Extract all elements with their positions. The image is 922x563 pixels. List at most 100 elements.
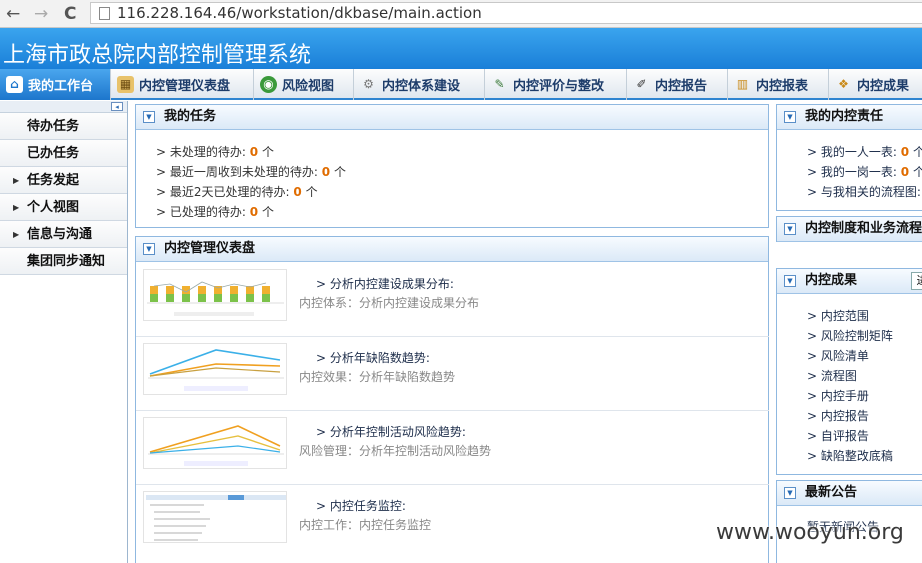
- toggle-icon[interactable]: ▼: [143, 111, 155, 123]
- menu-system-build[interactable]: ⚙ 内控体系建设: [354, 69, 485, 100]
- dashboard-link[interactable]: > 分析内控建设成果分布:: [316, 275, 454, 292]
- menu-statements[interactable]: ▥ 内控报表: [728, 69, 829, 100]
- responsibility-line[interactable]: > 我的一岗一表: 0 个: [807, 163, 922, 180]
- menu-label: 内控管理仪表盘: [139, 79, 231, 94]
- forward-icon[interactable]: →: [34, 4, 48, 24]
- sidebar-header: ◂: [0, 101, 127, 113]
- menu-label: 内控体系建设: [382, 79, 461, 94]
- results-link[interactable]: > 风险清单: [807, 347, 869, 364]
- sidebar: ◂ 待办任务 已办任务 ▶ 任务发起 ▶ 个人视图 ▶ 信息与沟通 集团同步通知: [0, 101, 128, 563]
- menu-evaluation[interactable]: ✎ 内控评价与整改: [485, 69, 627, 100]
- sidebar-item-label: 个人视图: [27, 200, 80, 215]
- results-link[interactable]: > 风险控制矩阵: [807, 327, 893, 344]
- panel-title: 最新公告: [805, 485, 858, 500]
- menu-label: 内控报表: [756, 79, 809, 94]
- chart-report-icon: ▥: [736, 77, 749, 91]
- system-flow-panel: ▼ 内控制度和业务流程: [776, 216, 922, 242]
- sidebar-item-personal-view[interactable]: ▶ 个人视图: [0, 194, 127, 221]
- sidebar-item-done[interactable]: 已办任务: [0, 140, 127, 167]
- sidebar-item-group-sync[interactable]: 集团同步通知: [0, 248, 127, 275]
- panel-header: ▼ 内控制度和业务流程: [777, 217, 922, 242]
- toggle-icon[interactable]: ▼: [784, 487, 796, 499]
- report-icon: ✐: [636, 77, 647, 91]
- results-link[interactable]: > 内控范围: [807, 307, 869, 324]
- toggle-icon[interactable]: ▼: [143, 243, 155, 255]
- dashboard-link[interactable]: > 内控任务监控:: [316, 497, 406, 514]
- results-link[interactable]: > 自评报告: [807, 427, 869, 444]
- enter-button[interactable]: 进: [911, 272, 922, 290]
- page-icon: [99, 7, 110, 20]
- menu-label: 内控评价与整改: [513, 79, 605, 94]
- panel-title: 内控制度和业务流程: [805, 221, 922, 236]
- url-text: 116.228.164.46/workstation/dkbase/main.a…: [117, 4, 482, 22]
- my-tasks-panel: ▼ 我的任务 > 未处理的待办: 0 个 > 最近一周收到未处理的待办: 0 个…: [135, 104, 769, 228]
- sidebar-item-initiate[interactable]: ▶ 任务发起: [0, 167, 127, 194]
- task-line[interactable]: > 已处理的待办: 0 个: [156, 203, 274, 220]
- task-line[interactable]: > 最近2天已处理的待办: 0 个: [156, 183, 318, 200]
- home-icon: ⌂: [6, 76, 23, 93]
- results-link[interactable]: > 缺陷整改底稿: [807, 447, 893, 464]
- sidebar-item-pending[interactable]: 待办任务: [0, 113, 127, 140]
- collapse-icon[interactable]: ◂: [111, 102, 123, 111]
- menu-results[interactable]: ❖ 内控成果: [829, 69, 922, 100]
- sidebar-item-label: 信息与沟通: [27, 227, 93, 242]
- dashboard-desc: 风险管理：分析年控制活动风险趋势: [299, 444, 492, 458]
- expand-arrow-icon: ▶: [13, 203, 20, 212]
- panel-title: 内控管理仪表盘: [164, 241, 256, 256]
- responsibility-line[interactable]: > 与我相关的流程图: 0: [807, 183, 922, 200]
- dashboard-desc: 内控体系：分析内控建设成果分布: [299, 296, 480, 310]
- dashboard-row-risk-trend[interactable]: > 分析年控制活动风险趋势: 风险管理：分析年控制活动风险趋势: [136, 411, 769, 485]
- app-title: 上海市政总院内部控制管理系统: [3, 43, 312, 68]
- menu-risk-view[interactable]: ◉ 风险视图: [254, 69, 354, 100]
- menu-label: 我的工作台: [28, 79, 94, 94]
- line-chart-thumbnail: [143, 343, 287, 395]
- sidebar-item-label: 待办任务: [27, 119, 80, 134]
- reload-icon[interactable]: C: [64, 4, 76, 24]
- sidebar-item-label: 集团同步通知: [27, 254, 106, 269]
- dashboard-row-task-monitor[interactable]: > 内控任务监控: 内控工作：内控任务监控: [136, 485, 769, 559]
- edit-icon: ✎: [494, 77, 505, 91]
- panel-title: 我的任务: [164, 109, 217, 124]
- toggle-icon[interactable]: ▼: [784, 275, 796, 287]
- results-link[interactable]: > 内控手册: [807, 387, 869, 404]
- sidebar-item-communication[interactable]: ▶ 信息与沟通: [0, 221, 127, 248]
- results-icon: ❖: [838, 77, 849, 91]
- panel-header: ▼ 内控管理仪表盘: [136, 237, 768, 262]
- menu-my-workbench[interactable]: ⌂ 我的工作台: [0, 69, 111, 100]
- dashboard-row-defect-trend[interactable]: > 分析年缺陷数趋势: 内控效果：分析年缺陷数趋势: [136, 337, 769, 411]
- line-chart-thumbnail: [143, 417, 287, 469]
- responsibility-line[interactable]: > 我的一人一表: 0 个: [807, 143, 922, 160]
- dashboard-row-build-distribution[interactable]: > 分析内控建设成果分布: 内控体系：分析内控建设成果分布: [136, 263, 769, 337]
- toggle-icon[interactable]: ▼: [784, 111, 796, 123]
- task-line[interactable]: > 最近一周收到未处理的待办: 0 个: [156, 163, 346, 180]
- address-bar[interactable]: 116.228.164.46/workstation/dkbase/main.a…: [90, 2, 922, 24]
- dashboard-desc: 内控效果：分析年缺陷数趋势: [299, 370, 456, 384]
- panel-header: ▼ 我的内控责任: [777, 105, 922, 130]
- gears-icon: ⚙: [363, 77, 374, 91]
- back-icon[interactable]: ←: [6, 4, 20, 24]
- dashboard-link[interactable]: > 分析年缺陷数趋势:: [316, 349, 430, 366]
- dashboard-link[interactable]: > 分析年控制活动风险趋势:: [316, 423, 466, 440]
- task-line[interactable]: > 未处理的待办: 0 个: [156, 143, 274, 160]
- sidebar-item-label: 任务发起: [27, 173, 80, 188]
- browser-toolbar: ← → C 116.228.164.46/workstation/dkbase/…: [0, 0, 922, 28]
- main-menu: ⌂ 我的工作台 ▦ 内控管理仪表盘 ◉ 风险视图 ⚙ 内控体系建设 ✎ 内控评价…: [0, 69, 922, 100]
- results-link[interactable]: > 流程图: [807, 367, 857, 384]
- panel-title: 我的内控责任: [805, 109, 884, 124]
- dashboard-panel: ▼ 内控管理仪表盘 > 分析内控建设成果分布: 内控体系：分析内控建设成果分布: [135, 236, 769, 563]
- menu-label: 风险视图: [282, 79, 335, 94]
- menu-label: 内控成果: [857, 79, 910, 94]
- app-banner: 上海市政总院内部控制管理系统: [0, 28, 922, 69]
- watermark: www.wooyun.org: [716, 520, 904, 545]
- results-link[interactable]: > 内控报告: [807, 407, 869, 424]
- menu-label: 内控报告: [655, 79, 708, 94]
- toggle-icon[interactable]: ▼: [784, 223, 796, 235]
- dashboard-icon: ▦: [117, 76, 134, 93]
- menu-dashboard[interactable]: ▦ 内控管理仪表盘: [111, 69, 254, 100]
- panel-title: 内控成果: [805, 273, 858, 288]
- expand-arrow-icon: ▶: [13, 176, 20, 185]
- table-thumbnail: [143, 491, 287, 543]
- menu-report[interactable]: ✐ 内控报告: [627, 69, 728, 100]
- expand-arrow-icon: ▶: [13, 230, 20, 239]
- bar-chart-thumbnail: [143, 269, 287, 321]
